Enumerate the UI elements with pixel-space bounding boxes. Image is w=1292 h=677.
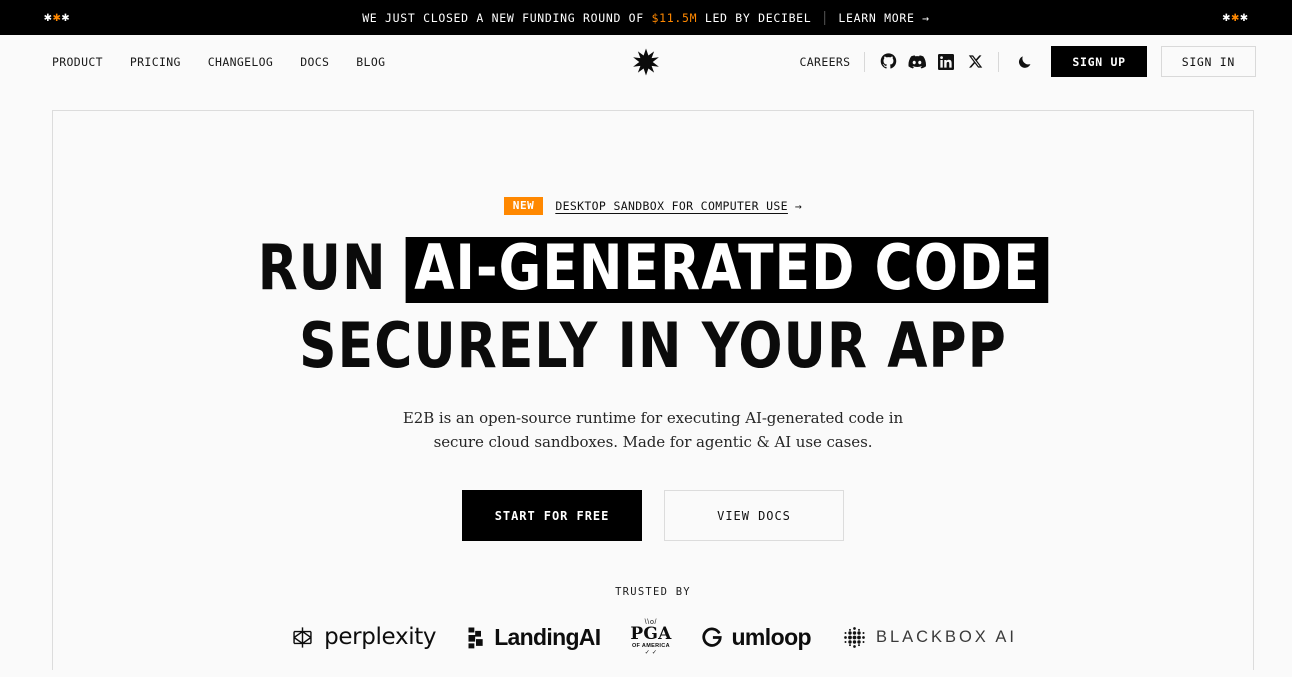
hero-section: NEW DESKTOP SANDBOX FOR COMPUTER USE → R…	[52, 110, 1254, 670]
nav-actions-group: CAREERS SIGN UP SIGN IN	[800, 46, 1256, 77]
new-badge: NEW	[503, 197, 544, 215]
github-icon[interactable]	[879, 53, 897, 71]
x-twitter-icon[interactable]	[966, 53, 984, 71]
partner-logos-row: perplexity LandingAI \\o/ PGA OF AMERICA…	[53, 619, 1253, 657]
linkedin-icon[interactable]	[937, 53, 955, 71]
page-title: RUN AI-GENERATED CODE SECURELY IN YOUR A…	[95, 236, 1211, 383]
social-links-group	[879, 53, 984, 71]
gumloop-logo: umloop	[701, 619, 812, 655]
asterisk-glyph: ✱	[44, 10, 52, 25]
banner-content: WE JUST CLOSED A NEW FUNDING ROUND OF $1…	[362, 10, 930, 25]
trusted-by-label: TRUSTED BY	[615, 586, 691, 599]
pga-subtitle: OF AMERICA	[631, 642, 670, 649]
desktop-sandbox-announcement-link[interactable]: DESKTOP SANDBOX FOR COMPUTER USE →	[555, 199, 802, 213]
banner-asterisks-left: ✱ ✱ ✱	[44, 11, 69, 24]
nav-item-changelog[interactable]: CHANGELOG	[208, 55, 273, 69]
landingai-wordmark: LandingAI	[494, 623, 601, 650]
banner-divider	[824, 10, 826, 25]
headline-plain-text: RUN	[257, 231, 387, 304]
discord-icon[interactable]	[908, 53, 927, 71]
start-for-free-button[interactable]: START FOR FREE	[462, 490, 642, 542]
landingai-logo: LandingAI	[466, 619, 601, 655]
sign-up-button[interactable]: SIGN UP	[1051, 46, 1147, 77]
announcement-banner: ✱ ✱ ✱ WE JUST CLOSED A NEW FUNDING ROUND O…	[0, 0, 1292, 35]
asterisk-glyph: ✱	[1240, 10, 1248, 25]
blackbox-ai-logo: BLACKBOX AI	[841, 619, 1017, 655]
hero-subheading: E2B is an open-source runtime for execut…	[402, 408, 904, 452]
banner-message: WE JUST CLOSED A NEW FUNDING ROUND OF $1…	[362, 11, 811, 25]
banner-message-prefix: WE JUST CLOSED A NEW FUNDING ROUND OF	[362, 10, 652, 25]
pga-laurel-mark: ✓ ✓	[644, 650, 658, 657]
top-navigation: PRODUCT PRICING CHANGELOG DOCS BLOG CARE…	[0, 35, 1292, 88]
perplexity-wordmark: perplexity	[324, 623, 437, 650]
headline-line-2: SECURELY IN YOUR APP	[299, 309, 1007, 383]
view-docs-button[interactable]: VIEW DOCS	[664, 490, 844, 542]
asterisk-glyph: ✱	[1222, 10, 1231, 25]
announcement-link-label: DESKTOP SANDBOX FOR COMPUTER USE	[555, 199, 788, 213]
asterisk-glyph: ✱	[1231, 10, 1240, 25]
banner-funding-amount: $11.5M	[651, 10, 698, 25]
announcement-row: NEW DESKTOP SANDBOX FOR COMPUTER USE →	[53, 197, 1253, 215]
nav-item-blog[interactable]: BLOG	[356, 55, 385, 69]
asterisk-glyph: ✱	[61, 10, 70, 25]
nav-item-docs[interactable]: DOCS	[300, 55, 329, 69]
gumloop-wordmark: umloop	[731, 623, 812, 650]
nav-item-pricing[interactable]: PRICING	[130, 55, 181, 69]
nav-item-careers[interactable]: CAREERS	[800, 55, 851, 69]
e2b-starburst-logo[interactable]	[631, 47, 661, 77]
banner-message-suffix: LED BY DECIBEL	[697, 10, 812, 25]
pga-of-america-logo: \\o/ PGA OF AMERICA ✓ ✓	[630, 619, 672, 657]
headline-line-1: RUN AI-GENERATED CODE	[95, 236, 1211, 304]
moon-icon[interactable]	[1013, 51, 1035, 73]
sign-in-button[interactable]: SIGN IN	[1160, 46, 1256, 77]
banner-learn-more-link[interactable]: LEARN MORE →	[838, 11, 929, 25]
cta-button-group: START FOR FREE VIEW DOCS	[53, 490, 1253, 542]
nav-item-product[interactable]: PRODUCT	[52, 55, 103, 69]
blackbox-ai-wordmark: BLACKBOX AI	[876, 628, 1017, 647]
banner-asterisks-right: ✱ ✱ ✱	[1223, 11, 1248, 24]
asterisk-glyph: ✱	[52, 10, 61, 25]
perplexity-logo: perplexity	[289, 619, 437, 655]
headline-highlighted-text: AI-GENERATED CODE	[405, 236, 1049, 304]
pga-wordmark: PGA	[630, 623, 672, 644]
nav-divider	[998, 51, 1000, 72]
arrow-right-icon: →	[794, 199, 803, 213]
nav-links-group: PRODUCT PRICING CHANGELOG DOCS BLOG	[52, 55, 385, 69]
nav-divider	[864, 51, 866, 72]
